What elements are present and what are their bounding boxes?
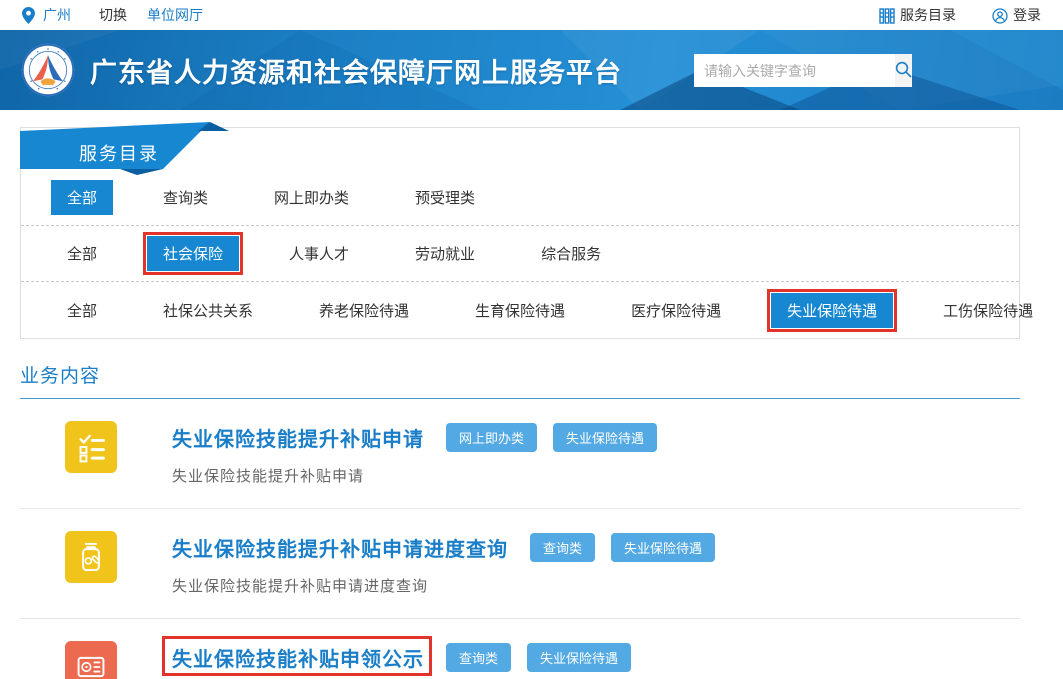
service-list: 失业保险技能提升补贴申请 网上即办类失业保险待遇 失业保险技能提升补贴申请 失业… [20, 399, 1020, 679]
catalog-tab[interactable]: 查询类 [147, 180, 224, 215]
medicine-bottle-icon [65, 531, 117, 583]
grid-icon [879, 6, 895, 23]
catalog-tab[interactable]: 全部 [51, 180, 113, 215]
category-badge[interactable]: 查询类 [530, 533, 595, 562]
service-directory-label: 服务目录 [900, 5, 956, 25]
item-title-link[interactable]: 失业保险技能提升补贴申请进度查询 [172, 533, 508, 562]
catalog-row-subcategory: 全部社保公共关系养老保险待遇生育保险待遇医疗保险待遇失业保险待遇工伤保险待遇 [21, 282, 1019, 338]
login-link[interactable]: 登录 [992, 5, 1041, 25]
search-button[interactable] [895, 54, 912, 87]
catalog-tab[interactable]: 人事人才 [273, 236, 365, 271]
header-banner: 广东省人力资源和社会保障厅网上服务平台 [0, 30, 1063, 110]
agency-logo [20, 42, 76, 98]
item-title-link[interactable]: 失业保险技能补贴申领公示 [172, 643, 424, 672]
item-subtitle: 失业保险技能提升补贴申请 [172, 465, 657, 486]
search-icon [895, 61, 912, 81]
catalog-tab[interactable]: 社保公共关系 [147, 293, 269, 328]
service-directory-link[interactable]: 服务目录 [879, 5, 956, 25]
service-catalog-panel: 服务目录 全部查询类网上即办类预受理类 全部社会保险人事人才劳动就业综合服务 全… [20, 127, 1020, 339]
item-title-link[interactable]: 失业保险技能提升补贴申请 [172, 423, 424, 452]
category-badge[interactable]: 失业保险待遇 [527, 643, 631, 672]
catalog-row-type: 全部查询类网上即办类预受理类 [21, 170, 1019, 226]
catalog-tab[interactable]: 网上即办类 [258, 180, 365, 215]
catalog-row-category: 全部社会保险人事人才劳动就业综合服务 [21, 226, 1019, 282]
catalog-tab[interactable]: 全部 [51, 293, 113, 328]
topbar: 广州 切换 单位网厅 服务目录 登录 [0, 0, 1063, 30]
user-icon [992, 6, 1008, 23]
catalog-tab[interactable]: 工伤保险待遇 [927, 293, 1049, 328]
catalog-tab[interactable]: 劳动就业 [399, 236, 491, 271]
list-item: 失业保险技能提升补贴申请进度查询 查询类失业保险待遇 失业保险技能提升补贴申请进… [20, 509, 1020, 619]
category-badge[interactable]: 查询类 [446, 643, 511, 672]
item-subtitle: 失业保险技能提升补贴申请进度查询 [172, 575, 715, 596]
search-input[interactable] [694, 54, 895, 87]
catalog-tab[interactable]: 养老保险待遇 [303, 293, 425, 328]
catalog-tab[interactable]: 医疗保险待遇 [615, 293, 737, 328]
search-box [694, 54, 890, 87]
page-title: 广东省人力资源和社会保障厅网上服务平台 [90, 51, 622, 90]
category-badge[interactable]: 失业保险待遇 [611, 533, 715, 562]
unit-hall-link[interactable]: 单位网厅 [147, 5, 203, 25]
list-item: 失业保险技能补贴申领公示 查询类失业保险待遇 失业保险技能补贴申领公示 [20, 619, 1020, 679]
section-title: 业务内容 [20, 361, 1020, 388]
category-badge[interactable]: 网上即办类 [446, 423, 537, 452]
catalog-tab[interactable]: 预受理类 [399, 180, 491, 215]
business-content-section: 业务内容 [20, 361, 1020, 399]
switch-city-link[interactable]: 切换 [99, 5, 127, 25]
location-pin-icon [22, 6, 35, 24]
catalog-tab[interactable]: 失业保险待遇 [771, 293, 893, 328]
category-badge[interactable]: 失业保险待遇 [553, 423, 657, 452]
login-label: 登录 [1013, 5, 1041, 25]
list-item: 失业保险技能提升补贴申请 网上即办类失业保险待遇 失业保险技能提升补贴申请 [20, 399, 1020, 509]
checklist-icon [65, 421, 117, 473]
catalog-tab[interactable]: 全部 [51, 236, 113, 271]
card-eye-icon [65, 641, 117, 679]
catalog-tab[interactable]: 生育保险待遇 [459, 293, 581, 328]
location-label: 广州 [43, 5, 71, 25]
catalog-ribbon-title: 服务目录 [79, 140, 159, 166]
catalog-tab[interactable]: 社会保险 [147, 236, 239, 271]
catalog-tab[interactable]: 综合服务 [525, 236, 617, 271]
